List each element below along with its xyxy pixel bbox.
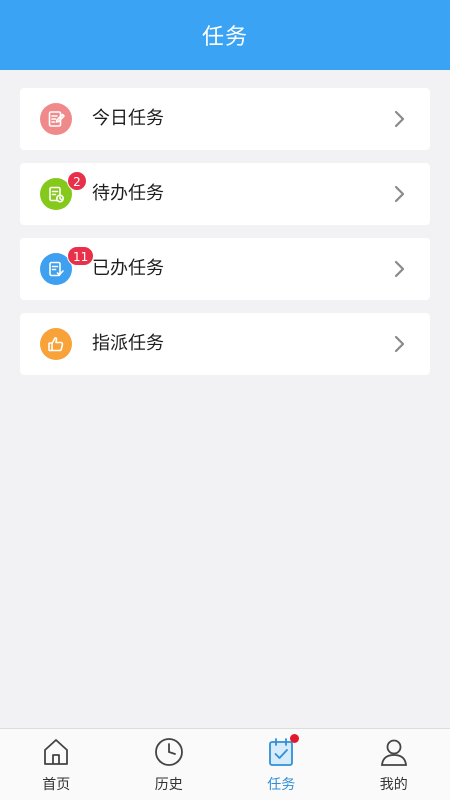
task-item-label: 已办任务 [92,258,164,279]
task-item-pending[interactable]: 2 待办任务 [20,163,430,225]
tab-label: 历史 [154,777,183,793]
chevron-right-icon [394,185,405,203]
task-item-assigned[interactable]: 指派任务 [20,313,430,375]
chevron-right-icon [394,260,405,278]
task-item-done[interactable]: 11 已办任务 [20,238,430,300]
pending-count-badge: 2 [67,171,87,191]
tab-history[interactable]: 历史 [113,729,226,800]
task-item-label: 今日任务 [92,108,164,129]
tab-home[interactable]: 首页 [0,729,113,800]
app-header: 任务 [0,0,450,70]
user-icon [380,739,407,766]
thumbs-up-icon [40,328,72,360]
tab-profile[interactable]: 我的 [338,729,450,800]
edit-note-icon [40,103,72,135]
page-title: 任务 [201,25,248,50]
tab-tasks[interactable]: 任务 [225,729,338,800]
clock-icon [154,738,183,766]
tab-label: 我的 [379,777,408,793]
task-list: 今日任务 2 待办任务 11 已办任务 指派任务 [20,88,430,388]
chevron-right-icon [394,110,405,128]
notification-dot [290,734,299,743]
task-item-label: 待办任务 [92,183,164,204]
task-item-label: 指派任务 [92,333,164,354]
tab-label: 首页 [42,777,71,793]
tab-label: 任务 [267,777,296,793]
done-count-badge: 11 [67,246,95,266]
home-icon [44,739,69,765]
chevron-right-icon [394,335,405,353]
bottom-tab-bar: 首页 历史 任务 我的 [0,728,450,800]
task-item-today[interactable]: 今日任务 [20,88,430,150]
